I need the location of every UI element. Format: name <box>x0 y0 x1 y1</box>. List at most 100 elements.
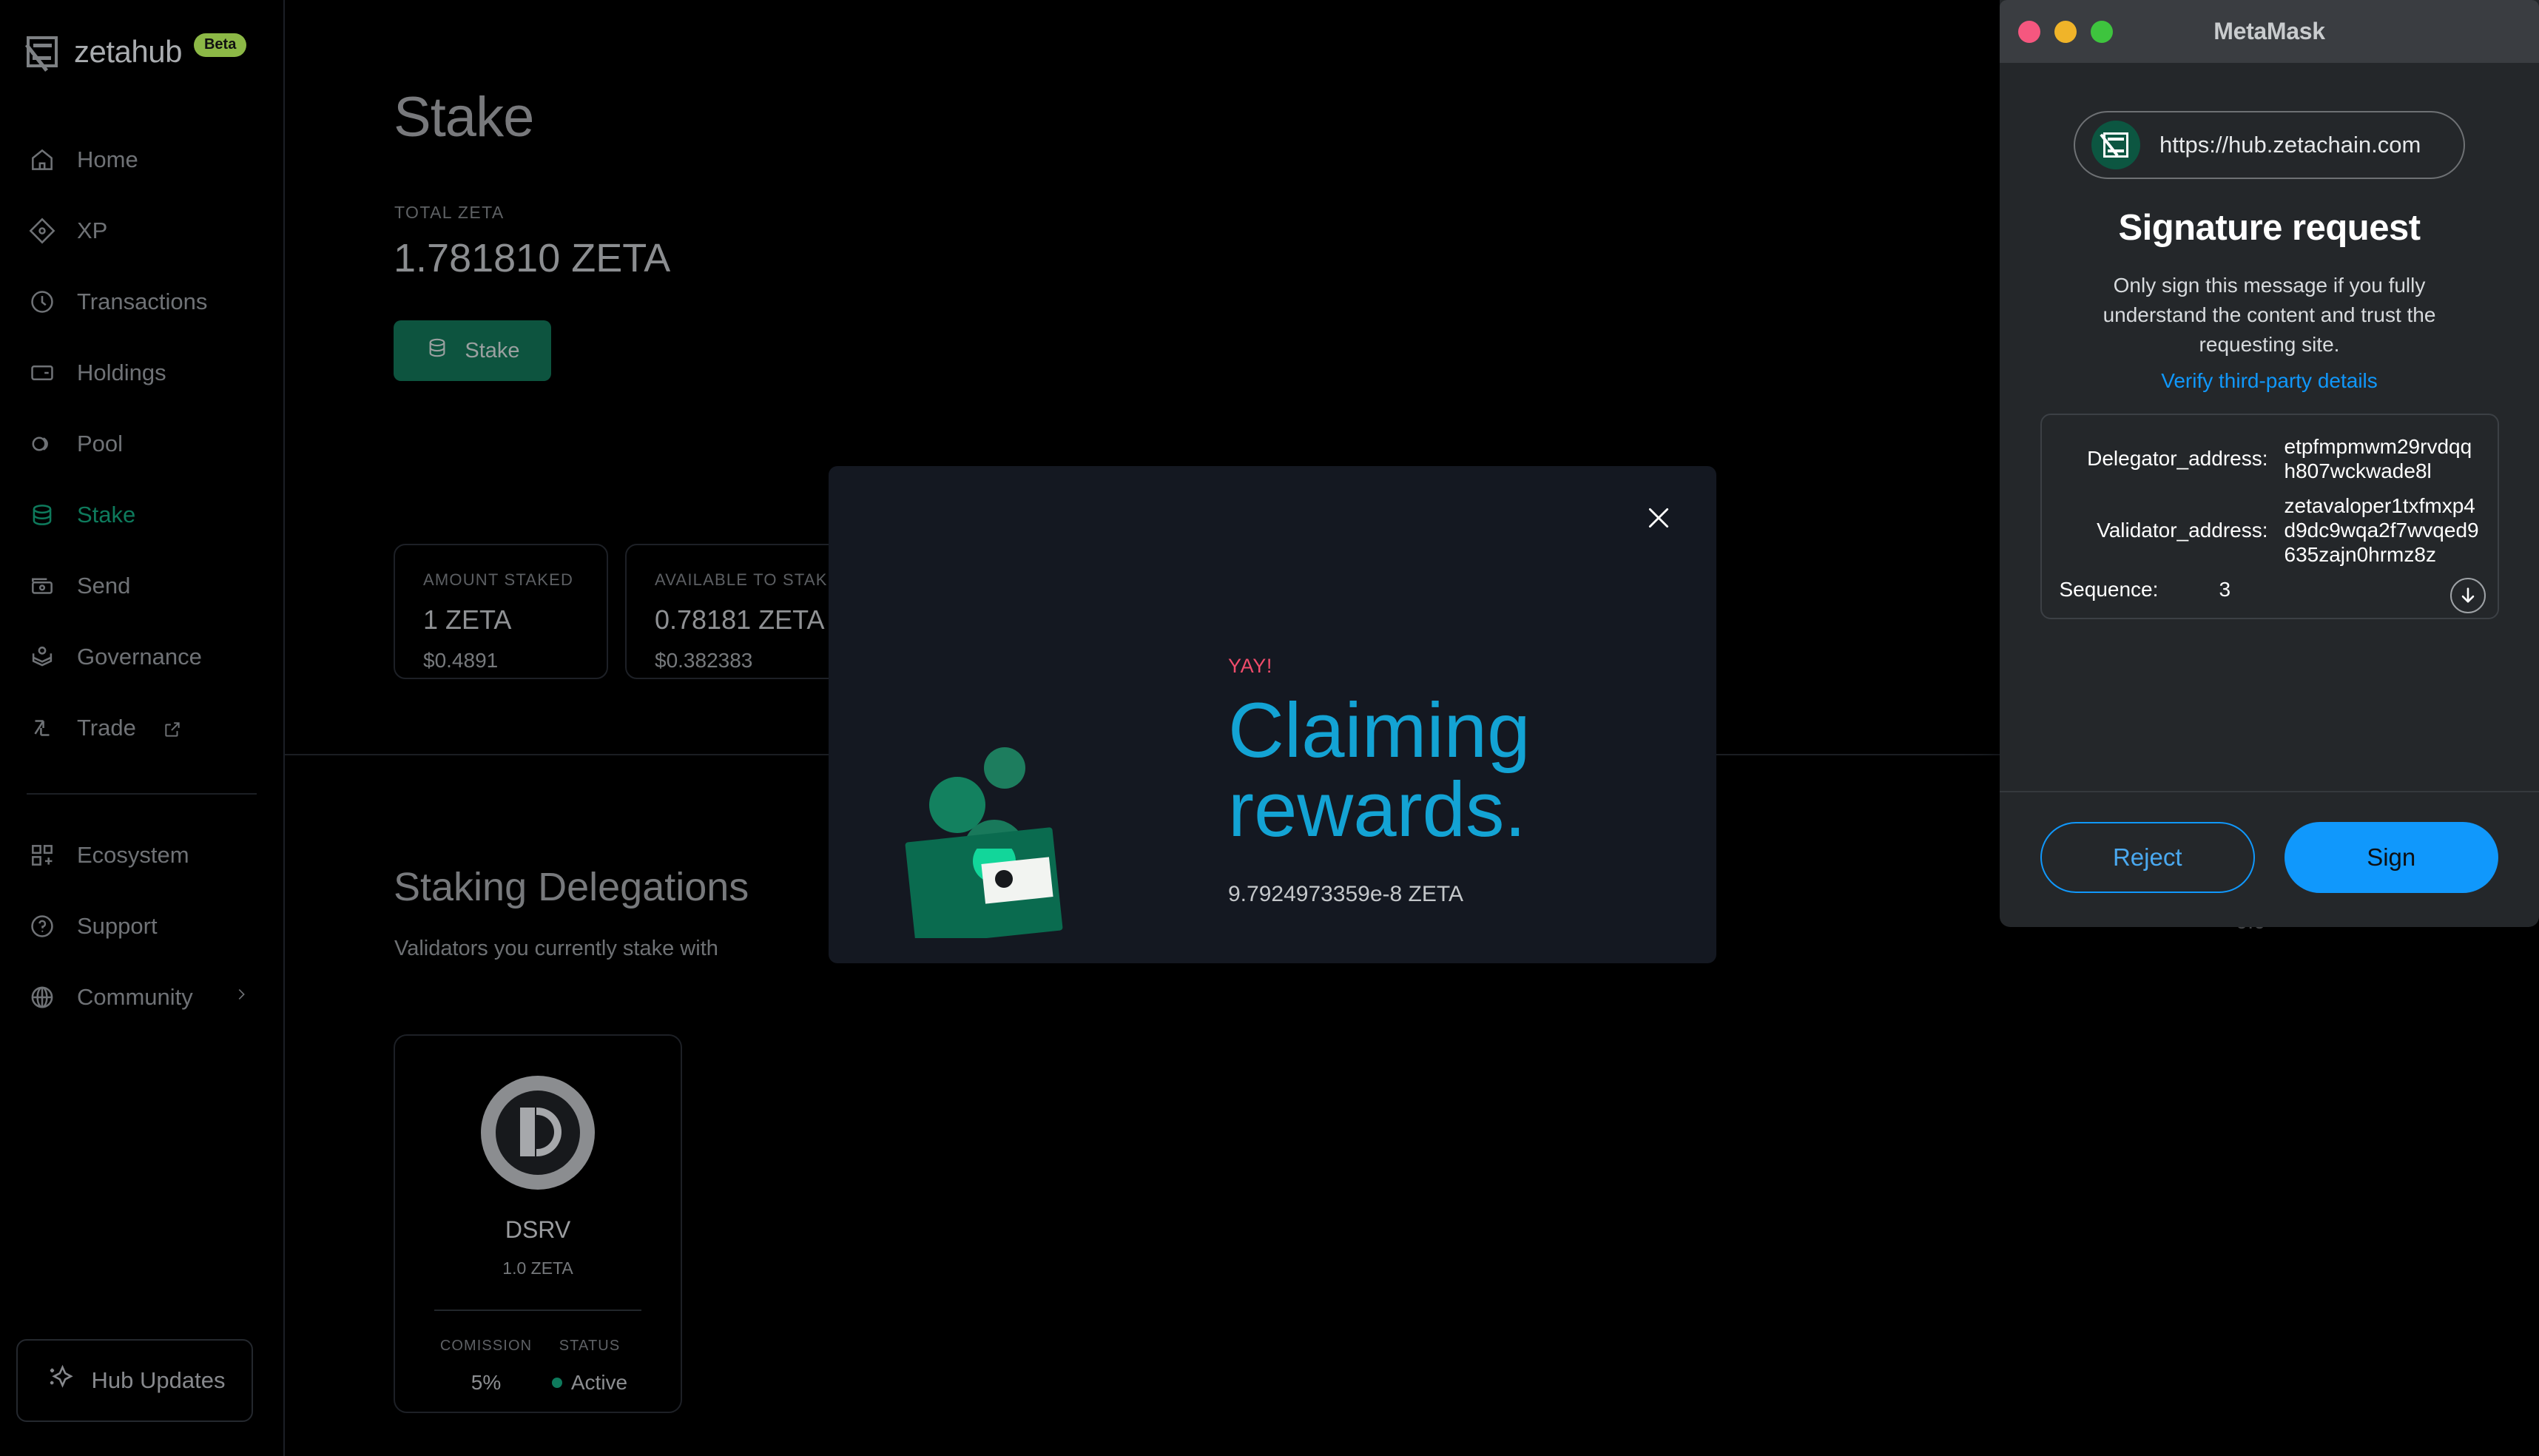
clock-icon <box>28 288 56 316</box>
commission-label: COMISSION <box>439 1338 533 1354</box>
claiming-rewards-modal: YAY! Claiming rewards. 9.7924973359e-8 Z… <box>829 466 1716 963</box>
stat-subvalue: $0.4891 <box>423 649 499 672</box>
status-badge: Active <box>538 1371 641 1395</box>
status-dot-icon <box>551 1378 562 1388</box>
wallet-illustration <box>905 747 1063 938</box>
sidebar-item-transactions[interactable]: Transactions <box>0 266 283 337</box>
sidebar-item-holdings[interactable]: Holdings <box>0 337 283 408</box>
beta-badge: Beta <box>193 33 247 57</box>
sign-button[interactable]: Sign <box>2284 822 2498 893</box>
sidebar-item-label: XP <box>77 218 108 243</box>
grid-plus-icon <box>28 841 56 869</box>
sidebar-item-label: Ecosystem <box>77 842 189 868</box>
trade-icon <box>28 714 56 742</box>
pool-icon <box>28 430 56 458</box>
claim-amount: 9.7924973359e-8 ZETA <box>1228 882 1464 907</box>
sidebar-item-home[interactable]: Home <box>0 124 283 195</box>
detail-value: etpfmpmwm29rvdqqh807wckwade8l <box>2284 435 2472 483</box>
total-zeta-value: 1.781810 ZETA <box>394 236 671 280</box>
sidebar-item-label: Support <box>77 913 158 939</box>
detail-value: 3 <box>2219 578 2231 601</box>
sparkle-icon <box>44 1362 75 1399</box>
signature-details-box: Delegator_address: etpfmpmwm29rvdqqh807w… <box>2040 414 2499 620</box>
external-link-icon <box>163 718 182 738</box>
brand-logo[interactable]: zetahub Beta <box>0 0 283 81</box>
sidebar-item-governance[interactable]: Governance <box>0 621 283 692</box>
origin-url: https://hub.zetachain.com <box>2159 132 2421 158</box>
metamask-body: https://hub.zetachain.com Signature requ… <box>2000 63 2539 791</box>
detail-key: Delegator_address: <box>2087 447 2268 471</box>
sidebar-item-label: Holdings <box>77 360 166 385</box>
detail-row-validator: Validator_address: zetavaloper1txfmxp4d9… <box>2060 493 2480 567</box>
stat-value: 1 ZETA <box>423 604 512 635</box>
stat-card-amount-staked: AMOUNT STAKED 1 ZETA $0.4891 <box>394 544 608 679</box>
sidebar-item-support[interactable]: Support <box>0 891 283 962</box>
wallet-icon <box>28 359 56 387</box>
sidebar-item-label: Pool <box>77 431 124 456</box>
home-icon <box>28 146 56 174</box>
governance-icon <box>28 643 56 671</box>
commission-value: 5% <box>471 1371 502 1394</box>
detail-key: Validator_address: <box>2097 518 2268 542</box>
detail-value: zetavaloper1txfmxp4d9dc9wqa2f7wvqed9635z… <box>2284 494 2479 567</box>
sidebar-item-label: Transactions <box>77 289 208 314</box>
close-icon[interactable] <box>1639 499 1678 537</box>
metamask-window: MetaMask https://hub.zetachain.com Signa… <box>2000 0 2539 927</box>
validator-name: DSRV <box>505 1216 571 1243</box>
send-icon <box>28 572 56 600</box>
page-title: Stake <box>394 86 534 149</box>
sidebar-item-label: Send <box>77 573 131 599</box>
sidebar-item-label: Governance <box>77 644 202 670</box>
sidebar-item-send[interactable]: Send <box>0 550 283 621</box>
database-icon <box>28 501 56 529</box>
origin-pill: https://hub.zetachain.com <box>2074 111 2465 179</box>
signature-warning-text: Only sign this message if you fully unde… <box>2103 274 2436 356</box>
sidebar-item-stake[interactable]: Stake <box>0 479 283 550</box>
detail-row-sequence: Sequence: 3 <box>2060 577 2480 601</box>
chevron-right-icon <box>233 984 249 1011</box>
claim-eyebrow: YAY! <box>1228 655 1272 677</box>
scroll-down-icon[interactable] <box>2449 578 2486 614</box>
detail-row-delegator: Delegator_address: etpfmpmwm29rvdqqh807w… <box>2060 434 2480 483</box>
sidebar-item-label: Stake <box>77 502 136 528</box>
sidebar-item-label: Home <box>77 146 138 172</box>
sidebar-item-pool[interactable]: Pool <box>0 408 283 479</box>
sidebar-item-xp[interactable]: XP <box>0 195 283 266</box>
window-minimize-button[interactable] <box>2054 20 2077 43</box>
validator-card[interactable]: DSRV 1.0 ZETA COMISSION 5% STATUS Active <box>394 1034 682 1413</box>
detail-key: Sequence: <box>2059 577 2159 601</box>
stake-button-label: Stake <box>465 338 520 363</box>
sidebar-item-label: Community <box>77 984 193 1010</box>
signature-request-heading: Signature request <box>2118 208 2421 248</box>
sidebar-item-community[interactable]: Community <box>0 962 283 1033</box>
window-close-button[interactable] <box>2018 20 2040 43</box>
window-maximize-button[interactable] <box>2091 20 2113 43</box>
sidebar-item-label: Trade <box>77 715 136 741</box>
section-title: Staking Delegations <box>394 865 749 909</box>
site-favicon-icon <box>2091 121 2140 169</box>
sidebar: zetahub Beta Home XP Transactions Holdin… <box>0 0 285 1456</box>
total-zeta-label: TOTAL ZETA <box>394 203 505 222</box>
section-subtitle: Validators you currently stake with <box>394 937 718 960</box>
diamond-icon <box>28 217 56 245</box>
validator-divider <box>434 1310 641 1311</box>
sidebar-item-trade[interactable]: Trade <box>0 692 283 764</box>
secondary-nav: Ecosystem Support Community <box>0 795 283 1033</box>
sidebar-item-ecosystem[interactable]: Ecosystem <box>0 820 283 891</box>
validator-avatar <box>481 1076 595 1190</box>
zetahub-logo-icon <box>24 36 58 72</box>
verify-third-party-link[interactable]: Verify third-party details <box>2161 369 2378 393</box>
globe-icon <box>28 983 56 1011</box>
stat-label: AMOUNT STAKED <box>423 570 574 589</box>
reject-button[interactable]: Reject <box>2040 822 2255 893</box>
validator-amount: 1.0 ZETA <box>502 1258 573 1278</box>
database-icon <box>425 335 450 366</box>
status-value: Active <box>570 1371 628 1394</box>
claim-text-block: YAY! Claiming rewards. 9.7924973359e-8 Z… <box>1228 655 1613 907</box>
stake-button[interactable]: Stake <box>394 320 551 381</box>
status-label: STATUS <box>559 1338 621 1354</box>
metamask-footer: Reject Sign <box>2000 791 2539 927</box>
hub-updates-button[interactable]: Hub Updates <box>16 1339 253 1422</box>
brand-name: zetahub <box>74 34 182 69</box>
validator-stats: COMISSION 5% STATUS Active <box>434 1338 641 1395</box>
